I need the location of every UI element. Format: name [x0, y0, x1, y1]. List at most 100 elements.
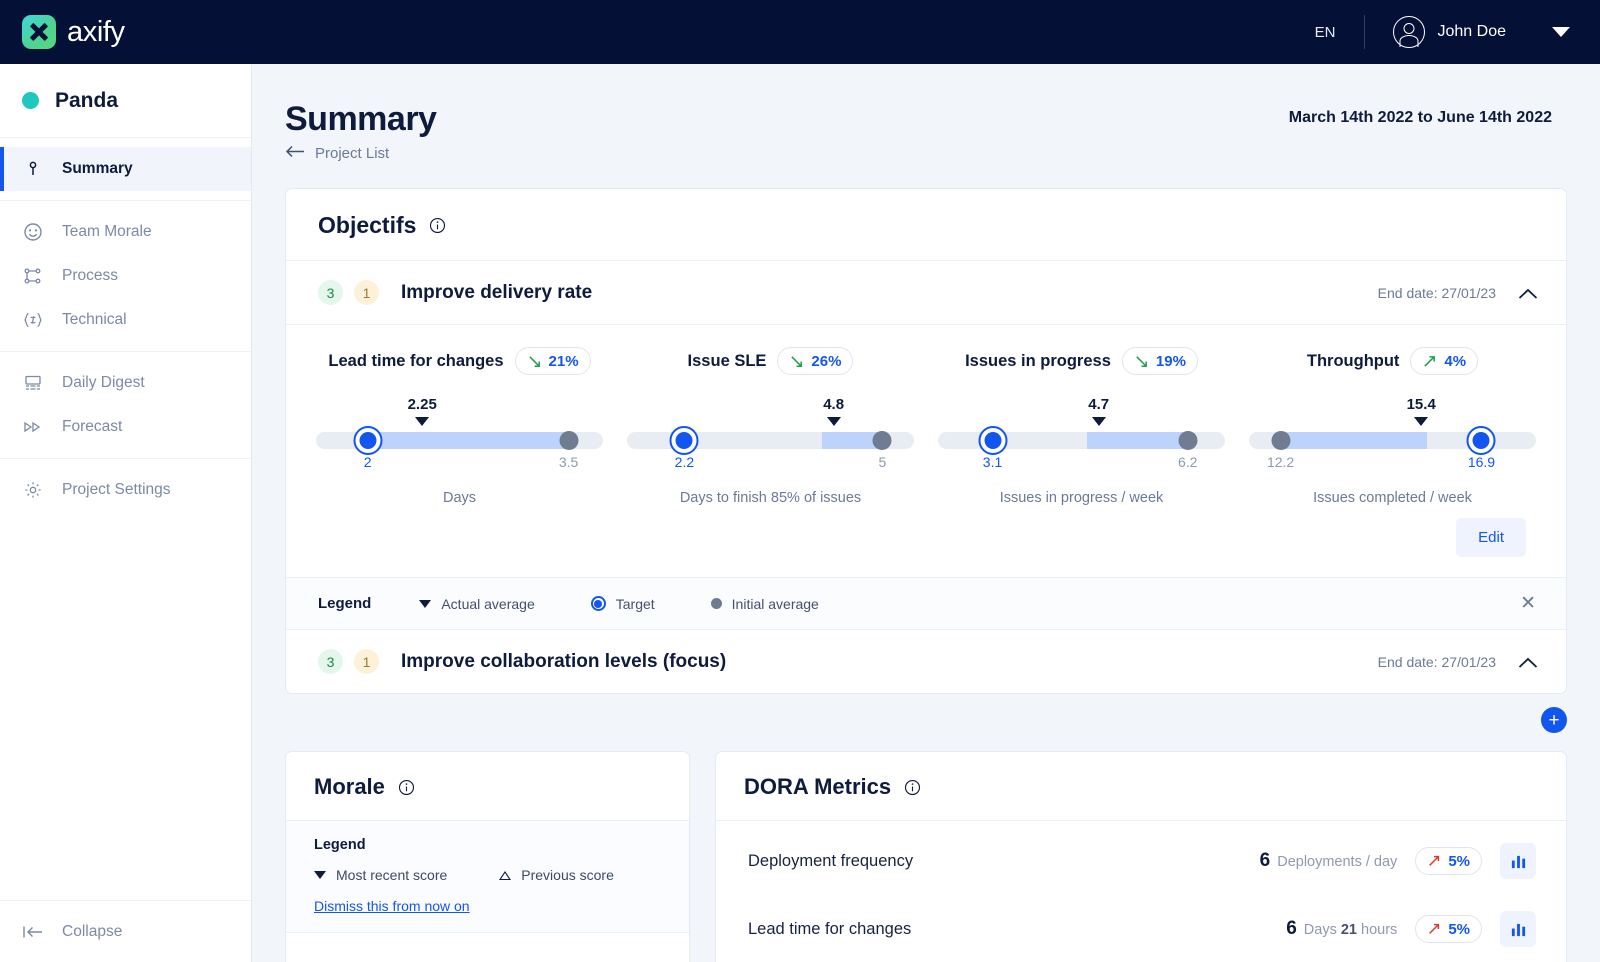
sidebar-item-project-settings[interactable]: Project Settings: [0, 468, 251, 512]
sidebar-item-technical[interactable]: Technical: [0, 298, 251, 342]
page-title: Summary: [285, 100, 436, 139]
chevron-up-icon[interactable]: [1518, 656, 1536, 667]
sidebar-item-team-morale[interactable]: Team Morale: [0, 210, 251, 254]
initial-average-label: 12.2: [1267, 454, 1294, 470]
actual-average-marker-icon: [415, 417, 429, 426]
edit-button[interactable]: Edit: [1456, 518, 1526, 557]
dora-trend-badge: 5%: [1415, 847, 1482, 875]
dora-metric-unit: Days 21 hours: [1304, 922, 1398, 938]
metric-header: Issues in progress 19%: [938, 347, 1225, 375]
dora-metric-value-group: 6 Deployments / day: [1260, 850, 1398, 872]
objective-row[interactable]: 3 1 Improve delivery rate End date: 27/0…: [286, 261, 1566, 324]
sidebar-item-label: Process: [62, 267, 118, 285]
initial-average-knob[interactable]: [559, 431, 578, 450]
dora-metric-name: Lead time for changes: [748, 920, 911, 939]
metric-name: Throughput: [1307, 352, 1400, 371]
initial-average-knob[interactable]: [1178, 431, 1197, 450]
metric-trend-badge: 26%: [777, 347, 853, 375]
legend-title: Legend: [318, 595, 371, 612]
legend-item-actual-average: Actual average: [419, 596, 534, 612]
info-icon[interactable]: [398, 779, 415, 796]
info-icon[interactable]: [904, 779, 921, 796]
sidebar-item-label: Daily Digest: [62, 374, 145, 392]
initial-average-knob[interactable]: [873, 431, 892, 450]
dora-unit-pre: Days: [1304, 922, 1337, 938]
morale-card: Morale Legend Most recent score P: [285, 751, 690, 962]
metric-delta: 19%: [1156, 353, 1186, 370]
brand-logo[interactable]: axify: [22, 15, 125, 49]
sidebar-item-daily-digest[interactable]: Daily Digest: [0, 361, 251, 405]
objective-count-amber: 1: [354, 280, 379, 305]
dora-chart-button[interactable]: [1500, 911, 1536, 947]
metric-lead-time-for-changes: Lead time for changes 21% 2.25: [304, 347, 615, 506]
project-selector[interactable]: Panda: [0, 64, 251, 138]
dora-metric-unit: Deployments / day: [1277, 854, 1397, 870]
legend-item-previous-score: Previous score: [499, 867, 614, 883]
initial-average-knob[interactable]: [1271, 431, 1290, 450]
dora-chart-button[interactable]: [1500, 843, 1536, 879]
actual-average-marker-icon: [1092, 417, 1106, 426]
metric-slider[interactable]: 4.7 3.1 6.2: [938, 396, 1225, 468]
main-content: Summary Project List March 14th 2022 to …: [252, 64, 1600, 962]
breadcrumb[interactable]: Project List: [285, 145, 436, 162]
actual-average-value: 2.25: [408, 396, 437, 413]
dora-row-deployment-frequency: Deployment frequency 6 Deployments / day…: [716, 821, 1566, 895]
sidebar-item-forecast[interactable]: Forecast: [0, 405, 251, 449]
metric-slider[interactable]: 2.25 2 3.5: [316, 396, 603, 468]
language-selector[interactable]: EN: [1315, 24, 1364, 41]
actual-average-value: 4.8: [823, 396, 844, 413]
nav-group-insights: Team Morale Process Technical: [0, 201, 251, 352]
sidebar-item-label: Project Settings: [62, 481, 171, 499]
dora-trend-badge: 5%: [1415, 915, 1482, 943]
chevron-down-icon[interactable]: [1552, 27, 1570, 37]
objective-body: Lead time for changes 21% 2.25: [286, 324, 1566, 577]
target-label: 16.9: [1468, 454, 1495, 470]
collapse-sidebar-button[interactable]: Collapse: [0, 900, 251, 962]
sidebar-item-process[interactable]: Process: [0, 254, 251, 298]
digest-icon: [22, 372, 44, 394]
dora-unit-post: hours: [1361, 922, 1397, 938]
bottom-cards: Morale Legend Most recent score P: [252, 733, 1600, 962]
objective-row[interactable]: 3 1 Improve collaboration levels (focus)…: [286, 629, 1566, 693]
target-knob[interactable]: [353, 426, 382, 455]
metric-trend-badge: 21%: [515, 347, 591, 375]
user-menu[interactable]: John Doe: [1365, 16, 1507, 48]
slider-fill: [1087, 432, 1187, 449]
add-objective-button[interactable]: +: [1541, 707, 1567, 733]
metric-slider[interactable]: 15.4 12.2 16.9: [1249, 396, 1536, 468]
morale-legend-items: Most recent score Previous score: [314, 867, 661, 883]
objectifs-card-header: Objectifs: [286, 189, 1566, 261]
arrow-down-right-icon: [1134, 354, 1149, 369]
dora-title: DORA Metrics: [744, 774, 891, 800]
legend-label: Target: [616, 596, 655, 612]
chevron-up-icon[interactable]: [1518, 287, 1536, 298]
forecast-icon: [22, 416, 44, 438]
actual-average-marker-icon: [827, 417, 841, 426]
grey-circle-icon: [711, 598, 722, 609]
dora-unit-bold: 21: [1341, 922, 1357, 938]
metric-trend-badge: 4%: [1410, 347, 1478, 375]
objective-row-right: End date: 27/01/23: [1378, 654, 1536, 670]
sidebar-item-summary[interactable]: Summary: [0, 147, 251, 191]
metric-throughput: Throughput 4% 15.4: [1237, 347, 1548, 506]
target-knob[interactable]: [978, 426, 1007, 455]
morale-legend: Legend Most recent score Previous score …: [286, 821, 689, 933]
arrow-down-right-icon: [789, 354, 804, 369]
target-knob[interactable]: [670, 426, 699, 455]
sidebar-item-label: Forecast: [62, 418, 122, 436]
morale-legend-title: Legend: [314, 837, 661, 853]
dora-row-right: 6 Days 21 hours 5%: [1286, 911, 1536, 947]
dismiss-legend-link[interactable]: Dismiss this from now on: [314, 898, 661, 914]
back-arrow-icon: [285, 145, 305, 162]
info-icon[interactable]: [429, 217, 446, 234]
metric-delta: 4%: [1444, 353, 1466, 370]
close-icon[interactable]: ✕: [1520, 594, 1536, 613]
target-label: 2: [364, 454, 372, 470]
dora-metric-value: 6: [1286, 918, 1297, 940]
target-knob[interactable]: [1467, 426, 1496, 455]
nav-group-main: Summary: [0, 138, 251, 201]
initial-average-label: 6.2: [1178, 454, 1197, 470]
metric-slider[interactable]: 4.8 2.2 5: [627, 396, 914, 468]
metric-issue-sle: Issue SLE 26% 4.8: [615, 347, 926, 506]
axify-logo-icon: [22, 15, 56, 49]
